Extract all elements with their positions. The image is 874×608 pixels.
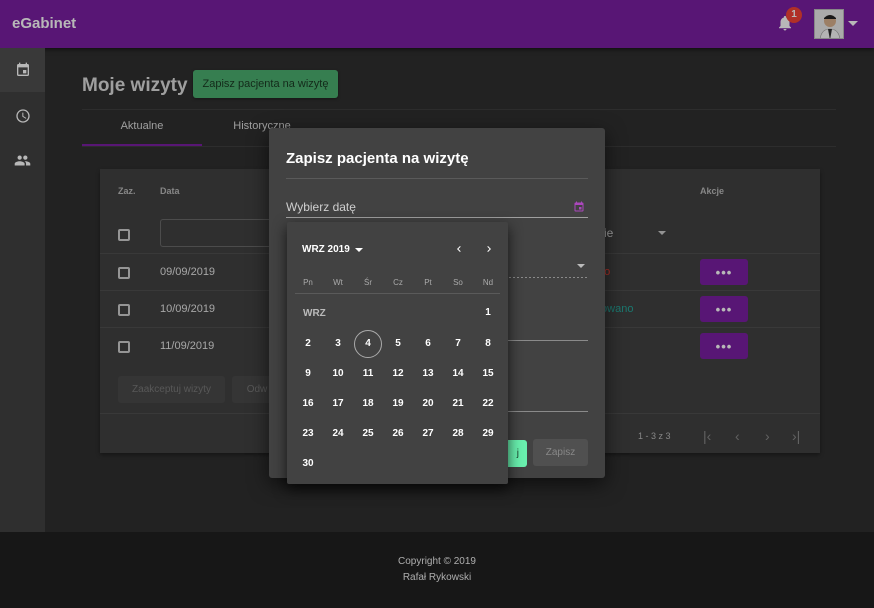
calendar-day[interactable]: 26 — [384, 420, 412, 448]
calendar-day[interactable]: 19 — [384, 390, 412, 418]
calendar-day[interactable]: 14 — [444, 360, 472, 388]
weekday-header: Śr — [364, 278, 372, 287]
calendar-day[interactable]: 20 — [414, 390, 442, 418]
date-field[interactable]: Wybierz datę — [286, 200, 356, 214]
weekday-header: Cz — [393, 278, 403, 287]
patient-select-underline — [505, 277, 588, 278]
datepicker-period-button[interactable]: WRZ 2019 — [302, 244, 350, 255]
calendar-day[interactable]: 11 — [354, 360, 382, 388]
chevron-left-icon — [457, 246, 461, 252]
weekday-header: Pt — [424, 278, 432, 287]
calendar-day[interactable]: 3 — [324, 330, 352, 358]
dialog-title: Zapisz pacjenta na wizytę — [286, 150, 469, 167]
calendar-day[interactable]: 21 — [444, 390, 472, 418]
time-field-underline — [505, 340, 588, 341]
calendar-day[interactable]: 22 — [474, 390, 502, 418]
chevron-down-icon[interactable] — [577, 264, 585, 268]
datepicker-month-label: WRZ — [303, 308, 326, 319]
calendar-day[interactable]: 1 — [474, 299, 502, 327]
chevron-right-icon — [487, 246, 491, 252]
weekday-header: Pn — [303, 278, 313, 287]
date-field-underline — [286, 217, 588, 218]
calendar-day[interactable]: 18 — [354, 390, 382, 418]
calendar-day[interactable]: 17 — [324, 390, 352, 418]
calendar-day[interactable]: 15 — [474, 360, 502, 388]
save-button[interactable]: Zapisz — [533, 439, 588, 466]
calendar-day[interactable]: 24 — [324, 420, 352, 448]
calendar-day[interactable]: 4 — [354, 330, 382, 358]
calendar-day[interactable]: 7 — [444, 330, 472, 358]
calendar-day[interactable]: 5 — [384, 330, 412, 358]
calendar-day[interactable]: 9 — [294, 360, 322, 388]
calendar-day[interactable]: 30 — [294, 450, 322, 478]
previous-month-button[interactable] — [450, 240, 468, 258]
datepicker-divider — [295, 293, 500, 294]
chevron-down-icon[interactable] — [355, 248, 363, 252]
calendar-day[interactable]: 27 — [414, 420, 442, 448]
dialog-divider — [286, 178, 588, 179]
next-month-button[interactable] — [480, 240, 498, 258]
notes-field-underline — [505, 411, 588, 412]
calendar-day[interactable]: 6 — [414, 330, 442, 358]
calendar-day[interactable]: 16 — [294, 390, 322, 418]
calendar-day[interactable]: 12 — [384, 360, 412, 388]
calendar-day[interactable]: 25 — [354, 420, 382, 448]
weekday-header: Wt — [333, 278, 343, 287]
calendar-day[interactable]: 8 — [474, 330, 502, 358]
weekday-header: Nd — [482, 278, 494, 287]
calendar-day[interactable]: 2 — [294, 330, 322, 358]
calendar-day[interactable]: 13 — [414, 360, 442, 388]
calendar-day[interactable]: 23 — [294, 420, 322, 448]
calendar-icon[interactable] — [573, 201, 585, 213]
weekday-header: So — [453, 278, 463, 287]
calendar-day[interactable]: 28 — [444, 420, 472, 448]
calendar-day[interactable]: 29 — [474, 420, 502, 448]
calendar-day[interactable]: 10 — [324, 360, 352, 388]
